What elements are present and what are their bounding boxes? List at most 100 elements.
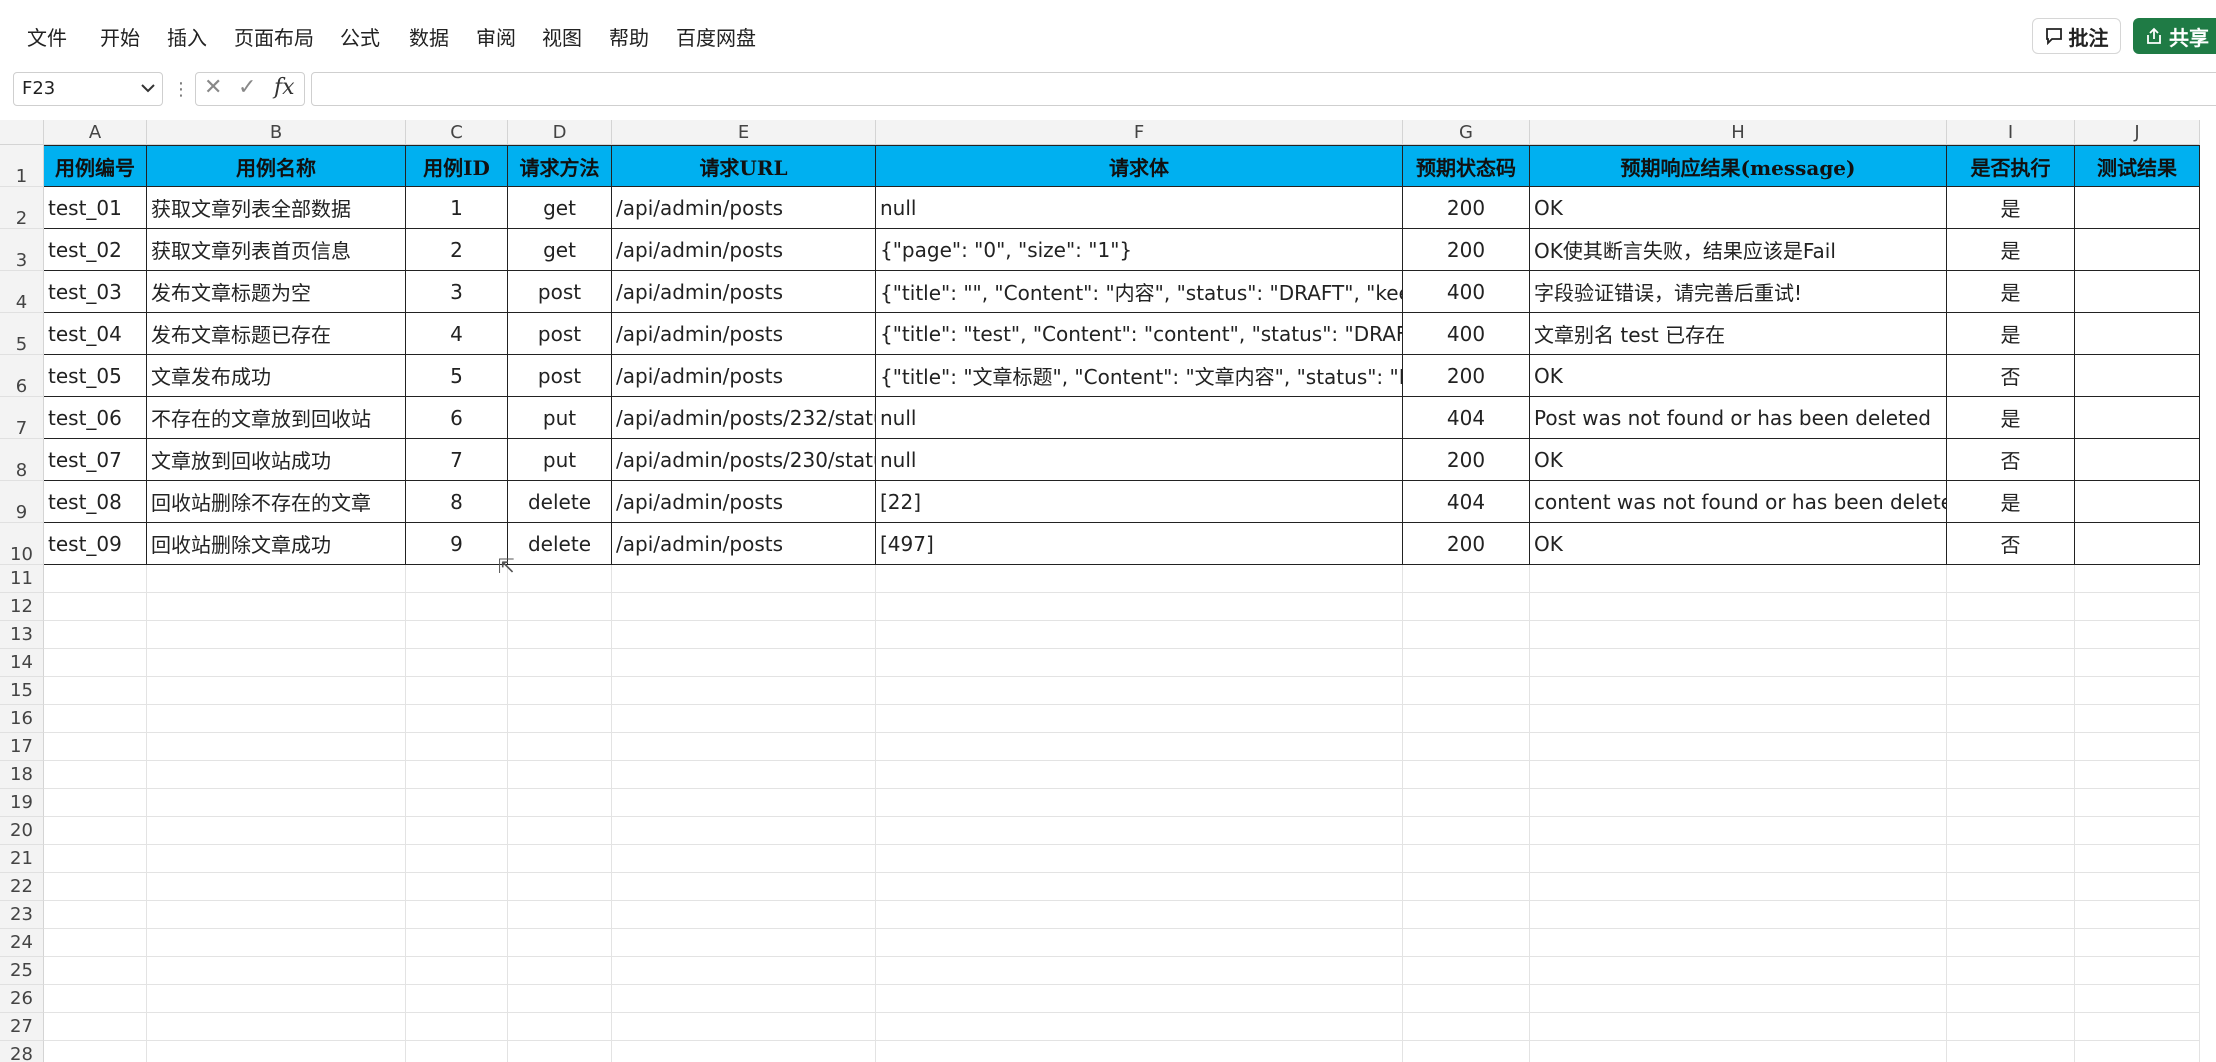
table-cell[interactable]: test_03 <box>44 271 147 313</box>
row-header-15[interactable]: 15 <box>0 677 44 705</box>
share-button[interactable]: 共享 <box>2133 18 2216 54</box>
empty-cell[interactable] <box>1947 957 2075 985</box>
empty-cell[interactable] <box>2075 677 2200 705</box>
table-cell[interactable]: {"title": "", "Content": "内容", "status":… <box>876 271 1403 313</box>
table-cell[interactable]: 200 <box>1403 355 1530 397</box>
row-header-11[interactable]: 11 <box>0 565 44 593</box>
comment-button[interactable]: 批注 <box>2032 18 2121 54</box>
empty-cell[interactable] <box>1530 1041 1947 1062</box>
menu-review[interactable]: 审阅 <box>476 22 516 51</box>
empty-cell[interactable] <box>147 621 406 649</box>
empty-cell[interactable] <box>1530 901 1947 929</box>
table-cell[interactable] <box>2075 271 2200 313</box>
table-cell[interactable]: 字段验证错误，请完善后重试! <box>1530 271 1947 313</box>
empty-cell[interactable] <box>1403 621 1530 649</box>
empty-cell[interactable] <box>147 1013 406 1041</box>
row-header-14[interactable]: 14 <box>0 649 44 677</box>
empty-cell[interactable] <box>406 817 508 845</box>
empty-cell[interactable] <box>2075 845 2200 873</box>
column-header-f[interactable]: F <box>876 120 1403 145</box>
empty-cell[interactable] <box>2075 565 2200 593</box>
row-header-9[interactable]: 9 <box>0 481 44 523</box>
empty-cell[interactable] <box>1403 901 1530 929</box>
empty-cell[interactable] <box>508 649 612 677</box>
empty-cell[interactable] <box>2075 705 2200 733</box>
empty-cell[interactable] <box>508 761 612 789</box>
menu-view[interactable]: 视图 <box>542 22 582 51</box>
empty-cell[interactable] <box>2075 985 2200 1013</box>
table-cell[interactable]: get <box>508 229 612 271</box>
empty-cell[interactable] <box>1530 1013 1947 1041</box>
row-header-19[interactable]: 19 <box>0 789 44 817</box>
empty-cell[interactable] <box>876 929 1403 957</box>
table-cell[interactable]: 文章放到回收站成功 <box>147 439 406 481</box>
empty-cell[interactable] <box>147 929 406 957</box>
empty-cell[interactable] <box>1947 565 2075 593</box>
empty-cell[interactable] <box>612 929 876 957</box>
empty-cell[interactable] <box>508 817 612 845</box>
row-header-5[interactable]: 5 <box>0 313 44 355</box>
menu-insert[interactable]: 插入 <box>167 22 207 51</box>
empty-cell[interactable] <box>1403 733 1530 761</box>
table-header-cell[interactable]: 是否执行 <box>1947 145 2075 187</box>
empty-cell[interactable] <box>147 789 406 817</box>
empty-cell[interactable] <box>2075 649 2200 677</box>
menu-help[interactable]: 帮助 <box>609 22 649 51</box>
table-cell[interactable]: 400 <box>1403 313 1530 355</box>
empty-cell[interactable] <box>2075 761 2200 789</box>
row-header-17[interactable]: 17 <box>0 733 44 761</box>
empty-cell[interactable] <box>147 817 406 845</box>
table-cell[interactable]: 文章发布成功 <box>147 355 406 397</box>
empty-cell[interactable] <box>612 817 876 845</box>
empty-cell[interactable] <box>876 593 1403 621</box>
table-cell[interactable]: 200 <box>1403 187 1530 229</box>
empty-cell[interactable] <box>876 957 1403 985</box>
empty-cell[interactable] <box>612 649 876 677</box>
empty-cell[interactable] <box>2075 817 2200 845</box>
empty-cell[interactable] <box>1530 845 1947 873</box>
empty-cell[interactable] <box>508 789 612 817</box>
table-cell[interactable] <box>2075 523 2200 565</box>
empty-cell[interactable] <box>406 705 508 733</box>
column-header-i[interactable]: I <box>1947 120 2075 145</box>
row-header-18[interactable]: 18 <box>0 761 44 789</box>
table-cell[interactable]: 5 <box>406 355 508 397</box>
table-cell[interactable]: 8 <box>406 481 508 523</box>
empty-cell[interactable] <box>1947 1013 2075 1041</box>
empty-cell[interactable] <box>406 761 508 789</box>
empty-cell[interactable] <box>612 621 876 649</box>
table-cell[interactable]: [22] <box>876 481 1403 523</box>
table-cell[interactable]: OK <box>1530 523 1947 565</box>
empty-cell[interactable] <box>1947 929 2075 957</box>
table-cell[interactable]: 9 <box>406 523 508 565</box>
table-cell[interactable]: 3 <box>406 271 508 313</box>
empty-cell[interactable] <box>406 1041 508 1062</box>
empty-cell[interactable] <box>147 677 406 705</box>
table-cell[interactable]: 否 <box>1947 523 2075 565</box>
empty-cell[interactable] <box>508 1041 612 1062</box>
table-cell[interactable]: 发布文章标题已存在 <box>147 313 406 355</box>
empty-cell[interactable] <box>612 873 876 901</box>
table-header-cell[interactable]: 请求体 <box>876 145 1403 187</box>
table-cell[interactable]: null <box>876 439 1403 481</box>
empty-cell[interactable] <box>876 649 1403 677</box>
empty-cell[interactable] <box>508 985 612 1013</box>
empty-cell[interactable] <box>1403 845 1530 873</box>
table-cell[interactable] <box>2075 439 2200 481</box>
menu-baidu-netdisk[interactable]: 百度网盘 <box>676 22 756 51</box>
empty-cell[interactable] <box>1947 705 2075 733</box>
empty-cell[interactable] <box>147 901 406 929</box>
row-header-6[interactable]: 6 <box>0 355 44 397</box>
empty-cell[interactable] <box>406 957 508 985</box>
empty-cell[interactable] <box>1947 1041 2075 1062</box>
empty-cell[interactable] <box>406 789 508 817</box>
table-cell[interactable]: null <box>876 187 1403 229</box>
table-cell[interactable]: OK使其断言失败，结果应该是Fail <box>1530 229 1947 271</box>
table-cell[interactable]: 回收站删除文章成功 <box>147 523 406 565</box>
table-cell[interactable]: 获取文章列表首页信息 <box>147 229 406 271</box>
column-header-b[interactable]: B <box>147 120 406 145</box>
table-header-cell[interactable]: 请求URL <box>612 145 876 187</box>
empty-cell[interactable] <box>612 733 876 761</box>
table-cell[interactable]: 获取文章列表全部数据 <box>147 187 406 229</box>
empty-cell[interactable] <box>876 845 1403 873</box>
